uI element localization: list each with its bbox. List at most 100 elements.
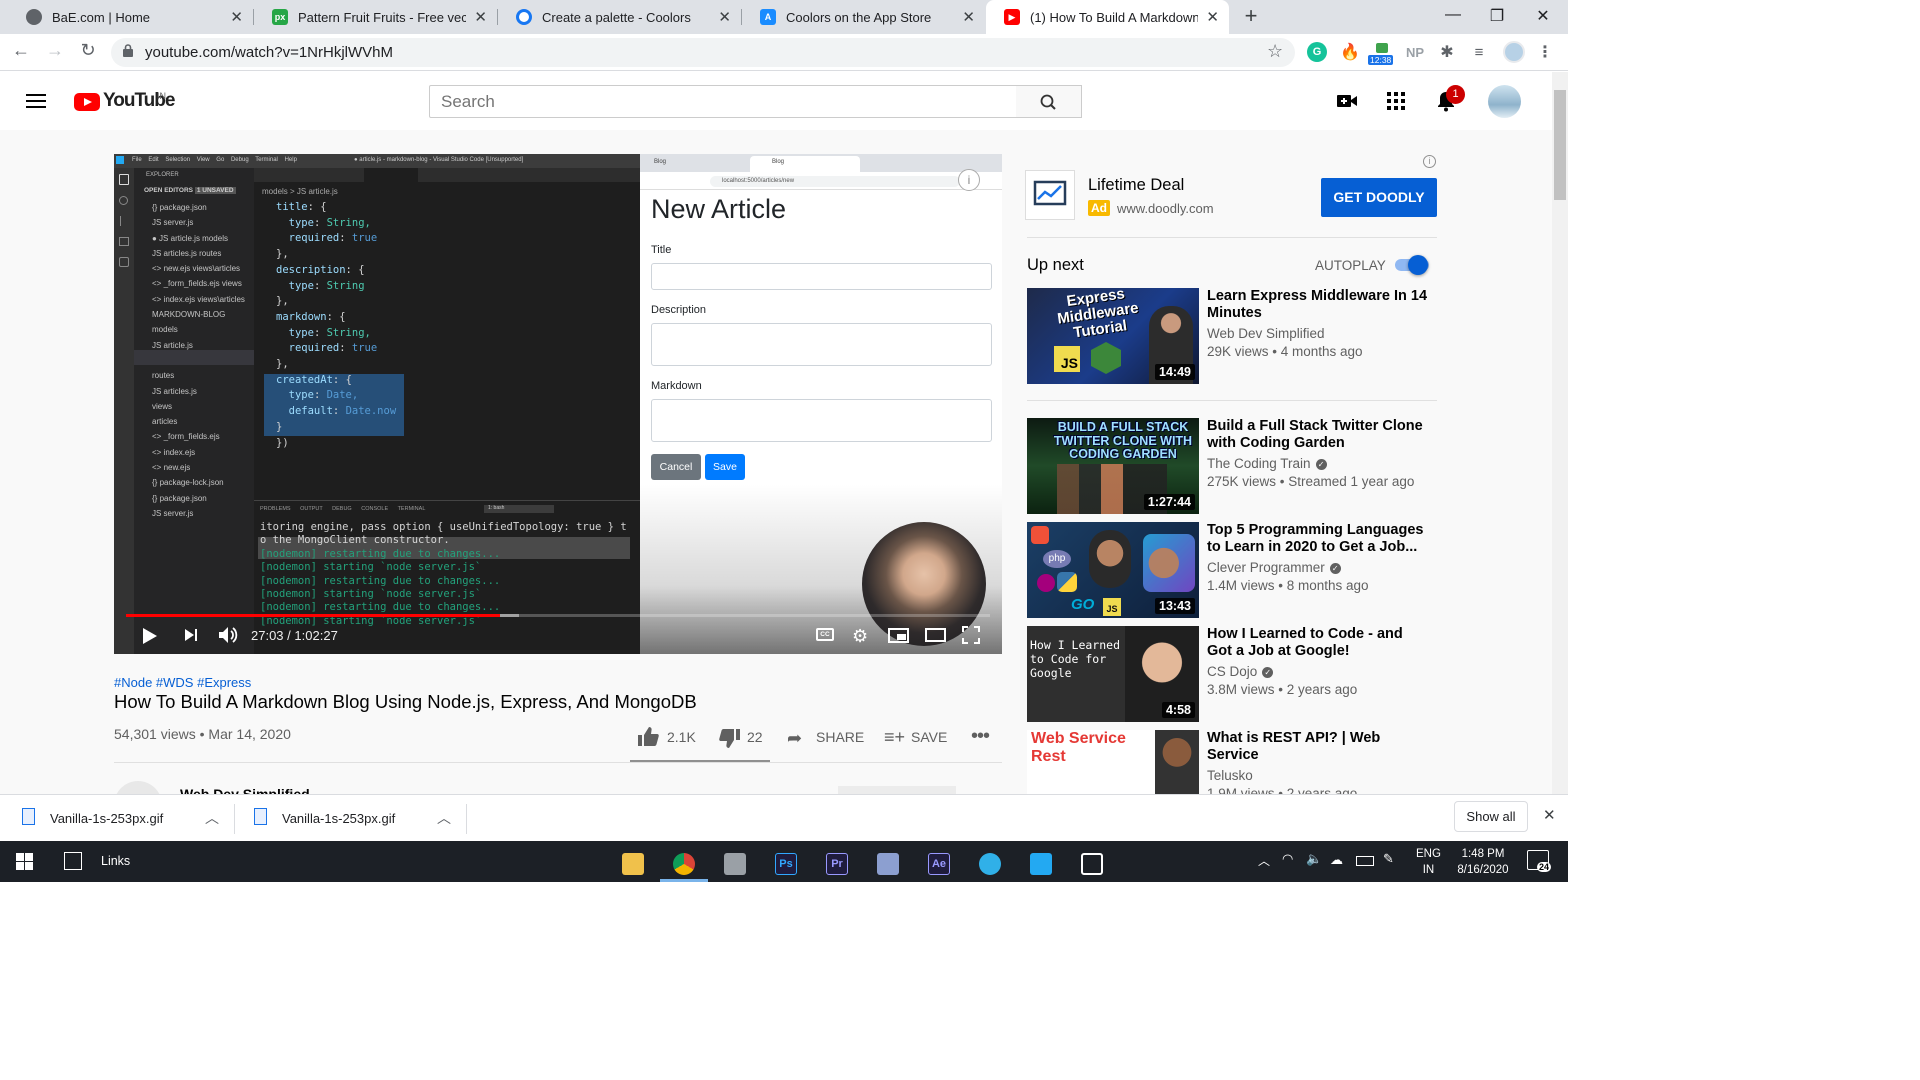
fullscreen-icon[interactable] <box>962 626 980 649</box>
explorer-item[interactable]: routes <box>152 368 245 383</box>
reload-icon[interactable]: ↻ <box>76 40 100 61</box>
grammarly-icon[interactable]: G <box>1307 42 1327 62</box>
close-tab-icon[interactable]: ✕ <box>962 8 975 26</box>
vscode-menu-item[interactable]: Selection <box>165 157 196 163</box>
explorer-item[interactable]: <> new.ejs <box>152 460 245 475</box>
explorer-item[interactable]: <> _form_fields.ejs views <box>152 276 245 291</box>
info-icon[interactable]: i <box>958 169 980 191</box>
ad-title[interactable]: Lifetime Deal <box>1088 176 1184 195</box>
video-hashtags[interactable]: #Node #WDS #Express <box>114 675 251 690</box>
progress-bar[interactable] <box>126 614 990 617</box>
autoplay-toggle[interactable] <box>1395 255 1429 275</box>
close-tab-icon[interactable]: ✕ <box>1206 8 1219 26</box>
upnext-channel[interactable]: Clever Programmer ✓ <box>1207 560 1341 575</box>
terminal-tab[interactable]: OUTPUT <box>300 506 332 512</box>
upnext-title[interactable]: What is REST API? | Web Service <box>1207 730 1427 764</box>
play-icon[interactable] <box>142 627 158 650</box>
channel-avatar[interactable] <box>114 781 162 794</box>
puzzle-icon[interactable]: ✱ <box>1437 42 1457 62</box>
terminal-tabs[interactable]: PROBLEMS OUTPUT DEBUG CONSOLE TERMINAL <box>260 506 425 512</box>
explorer-item[interactable]: <> index.ejs views\articles <box>152 292 245 307</box>
captions-icon[interactable]: CC <box>816 628 834 641</box>
after-effects-taskbar-button[interactable]: Ae <box>915 845 963 882</box>
edge-taskbar-button[interactable] <box>966 845 1014 882</box>
show-all-button[interactable]: Show all <box>1454 801 1528 832</box>
upnext-title[interactable]: Build a Full Stack Twitter Clone with Co… <box>1207 418 1427 452</box>
photos-taskbar-button[interactable] <box>711 845 759 882</box>
hamburger-menu-icon[interactable] <box>26 92 46 108</box>
links-toolbar[interactable]: Links <box>101 854 130 868</box>
close-downloads-icon[interactable]: ✕ <box>1543 806 1556 824</box>
explorer-item[interactable]: JS server.js <box>152 506 245 521</box>
explorer-item[interactable]: <> index.ejs <box>152 445 245 460</box>
subscribe-button-partial[interactable] <box>838 786 956 794</box>
back-icon[interactable]: ← <box>9 40 33 61</box>
volume-tray-icon[interactable]: 🔈 <box>1306 851 1322 867</box>
upnext-channel[interactable]: Web Dev Simplified <box>1207 326 1325 341</box>
browser-tab-3[interactable]: Create a palette - Coolors ✕ <box>498 0 741 34</box>
explorer-item[interactable]: {} package.json <box>152 491 245 506</box>
save-button[interactable]: SAVE <box>911 729 947 745</box>
demo-description-input[interactable] <box>651 323 992 366</box>
photoshop-taskbar-button[interactable]: Ps <box>762 845 810 882</box>
terminal-tab[interactable]: TERMINAL <box>398 506 426 512</box>
close-tab-icon[interactable]: ✕ <box>718 8 731 26</box>
language-indicator[interactable]: ENG IN <box>1416 846 1441 878</box>
demo-title-input[interactable] <box>651 263 992 290</box>
explorer-item[interactable]: JS articles.js routes <box>152 246 245 261</box>
close-window-icon[interactable]: ✕ <box>1528 6 1558 26</box>
browser-tab-1[interactable]: BaE.com | Home ✕ <box>8 0 253 34</box>
terminal-select[interactable]: 1: bash <box>484 505 554 513</box>
minimize-icon[interactable]: — <box>1438 6 1468 24</box>
thumbnail[interactable]: Web Service Rest <box>1027 730 1199 794</box>
pen-icon[interactable]: ✎ <box>1383 851 1394 867</box>
close-tab-icon[interactable]: ✕ <box>230 8 243 26</box>
profile-avatar-icon[interactable] <box>1503 41 1525 63</box>
explorer-item[interactable]: {} package-lock.json <box>152 475 245 490</box>
terminal-tab[interactable]: DEBUG CONSOLE <box>332 506 397 512</box>
timer-extension-icon[interactable]: 12:38 <box>1368 43 1396 67</box>
code-editor[interactable]: title: { type: String, required: true}, d… <box>276 200 396 451</box>
battery-icon[interactable] <box>1356 856 1374 866</box>
thumbnail[interactable]: php GO JS 13:43 <box>1027 522 1199 618</box>
np-extension-icon[interactable]: NP <box>1403 42 1427 62</box>
download-chevron-icon[interactable]: ︿ <box>437 808 451 828</box>
thumbnail[interactable]: Express Middleware Tutorial JS 14:49 <box>1027 288 1199 384</box>
search-box[interactable] <box>429 85 1017 118</box>
upnext-channel[interactable]: CS Dojo ✓ <box>1207 664 1274 679</box>
channel-name[interactable]: Web Dev Simplified <box>180 785 310 794</box>
dislike-icon[interactable] <box>719 729 740 753</box>
clock[interactable]: 1:48 PM 8/16/2020 <box>1453 846 1513 878</box>
browser-tab-2[interactable]: px Pattern Fruit Fruits - Free vector g … <box>254 0 497 34</box>
terminal-tab[interactable]: PROBLEMS <box>260 506 300 512</box>
share-icon[interactable]: ➦ <box>787 728 802 749</box>
thumbnail[interactable]: How I Learned to Code for Google 4:58 <box>1027 626 1199 722</box>
upnext-title[interactable]: Learn Express Middleware In 14 Minutes <box>1207 288 1427 322</box>
like-icon[interactable] <box>638 727 659 751</box>
snip-taskbar-button[interactable] <box>1068 845 1116 882</box>
apps-grid-icon[interactable] <box>1386 91 1406 111</box>
vscode-menu-item[interactable]: Go <box>216 157 231 163</box>
upnext-channel[interactable]: The Coding Train ✓ <box>1207 456 1327 471</box>
task-view-icon[interactable] <box>64 852 82 870</box>
ad-cta-button[interactable]: GET DOODLY <box>1321 178 1437 217</box>
explorer-item[interactable]: JS server.js <box>152 215 245 230</box>
theater-mode-icon[interactable] <box>925 628 946 642</box>
next-icon[interactable] <box>184 628 198 647</box>
explorer-item[interactable]: ● JS article.js models <box>152 231 245 246</box>
forward-icon[interactable]: → <box>43 40 67 61</box>
browser-tab-5[interactable]: ▶ (1) How To Build A Markdown Blo ✕ <box>986 0 1229 34</box>
share-button[interactable]: SHARE <box>816 729 864 745</box>
download-item-name[interactable]: Vanilla-1s-253px.gif <box>282 811 395 826</box>
vscode-menu-item[interactable]: View <box>197 157 217 163</box>
explorer-item[interactable]: <> _form_fields.ejs <box>152 429 245 444</box>
premiere-taskbar-button[interactable]: Pr <box>813 845 861 882</box>
windows-start-icon[interactable] <box>16 853 33 875</box>
demo-cancel-button[interactable]: Cancel <box>651 454 701 480</box>
account-avatar[interactable] <box>1488 85 1521 118</box>
create-video-icon[interactable] <box>1336 91 1358 111</box>
media-encoder-taskbar-button[interactable] <box>864 845 912 882</box>
explorer-item[interactable]: models <box>152 322 245 337</box>
download-item-name[interactable]: Vanilla-1s-253px.gif <box>50 811 163 826</box>
miniplayer-icon[interactable] <box>888 628 909 643</box>
